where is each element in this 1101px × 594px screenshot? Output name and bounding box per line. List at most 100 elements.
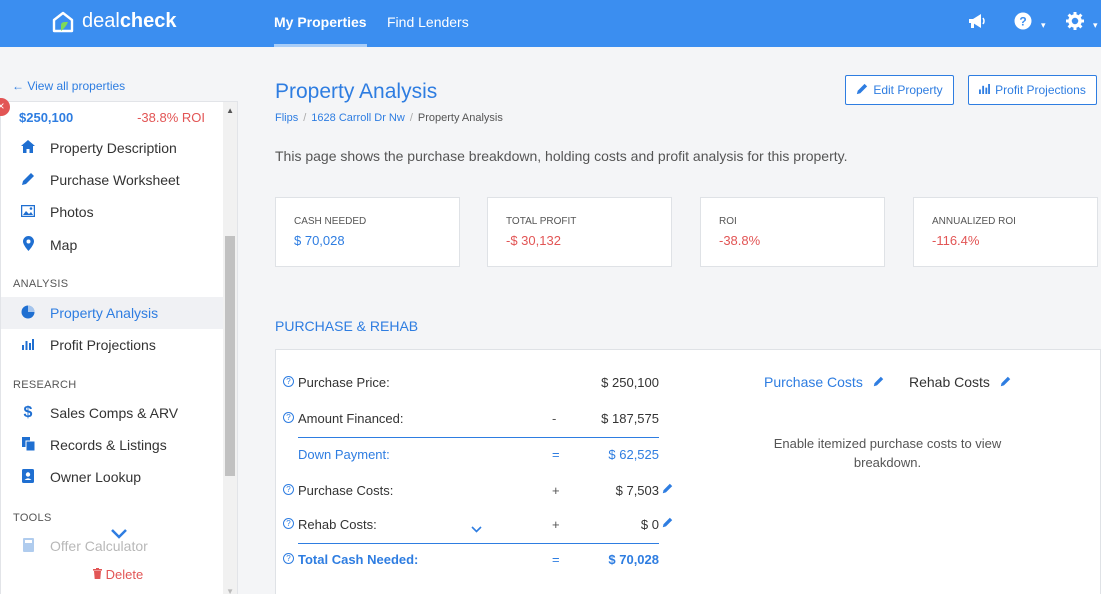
sidebar: ← View all properties × $250,100 -38.8% … [0, 47, 240, 594]
help-circle-icon[interactable]: ? [283, 553, 294, 564]
sidebar-item-property-analysis[interactable]: Property Analysis [1, 297, 223, 329]
row-label: Down Payment: [298, 447, 390, 462]
section-tools: TOOLS [13, 512, 52, 524]
rehab-costs-link[interactable]: Rehab Costs [909, 374, 1011, 390]
metric-label: CASH NEEDED [294, 216, 367, 227]
scrollbar-thumb[interactable] [225, 236, 235, 476]
breadcrumb-current: Property Analysis [417, 112, 503, 124]
bar-chart-icon [19, 337, 37, 353]
metric-card-cash-needed: CASH NEEDED $ 70,028 [275, 197, 460, 267]
property-summary: $250,100 -38.8% ROI [19, 110, 205, 125]
edit-property-label: Edit Property [873, 83, 943, 97]
tab-find-lenders[interactable]: Find Lenders [387, 0, 469, 47]
sidebar-item-records-listings[interactable]: Records & Listings [1, 429, 223, 461]
row-operator: = [552, 447, 560, 462]
row-amount: $ 250,100 [601, 375, 659, 390]
row-label: Rehab Costs: [298, 517, 377, 532]
sidebar-item-label: Map [50, 237, 78, 253]
svg-text:?: ? [1019, 15, 1026, 29]
sidebar-item-label: Purchase Worksheet [50, 172, 180, 188]
sidebar-item-label: Photos [50, 204, 94, 220]
scroll-down-chevron-icon[interactable] [111, 526, 127, 544]
row-rehab-costs: ? Rehab Costs: + $ 0 [283, 517, 678, 537]
sidebar-item-sales-comps[interactable]: $ Sales Comps & ARV [1, 397, 223, 429]
row-operator: + [552, 517, 560, 532]
sidebar-item-label: Property Analysis [50, 305, 159, 321]
help-circle-icon[interactable]: ? [283, 376, 294, 387]
dealcheck-logo[interactable]: deal check [52, 10, 177, 33]
sidebar-panel: $250,100 -38.8% ROI Property Description… [0, 101, 238, 594]
help-circle-icon[interactable]: ? [283, 412, 294, 423]
pencil-icon [873, 376, 884, 390]
breadcrumb-separator: / [409, 112, 413, 124]
tab-my-properties[interactable]: My Properties [274, 0, 367, 47]
sidebar-item-profit-projections[interactable]: Profit Projections [1, 329, 223, 361]
row-label: Total Cash Needed: [298, 552, 419, 567]
sidebar-item-label: Sales Comps & ARV [50, 405, 179, 421]
purchase-costs-label: Purchase Costs [764, 374, 863, 390]
row-operator: = [552, 552, 560, 567]
megaphone-icon[interactable] [967, 13, 986, 35]
row-label: Purchase Price: [298, 375, 390, 390]
metric-label: TOTAL PROFIT [506, 216, 577, 227]
section-analysis: ANALYSIS [13, 278, 69, 290]
metric-value: $ 70,028 [294, 233, 345, 248]
breadcrumb-property[interactable]: 1628 Carroll Dr Nw [311, 112, 405, 124]
metric-value: -38.8% [719, 233, 761, 248]
purchase-costs-link[interactable]: Purchase Costs [764, 374, 884, 390]
edit-rehab-costs-pencil-icon[interactable] [662, 517, 673, 531]
profit-projections-label: Profit Projections [995, 83, 1086, 97]
help-icon[interactable]: ? ▾ [1014, 12, 1046, 35]
sidebar-item-property-description[interactable]: Property Description [1, 132, 223, 164]
expand-chevron-icon[interactable] [471, 524, 482, 536]
bar-chart-icon [979, 83, 991, 97]
metric-label: ANNUALIZED ROI [932, 216, 1016, 227]
sidebar-item-label: Property Description [50, 140, 177, 156]
settings-caret-icon: ▾ [1093, 19, 1098, 30]
section-research: RESEARCH [13, 379, 77, 391]
sidebar-item-label: Records & Listings [50, 437, 167, 453]
logo-house-icon [52, 11, 74, 32]
view-all-properties-link[interactable]: ← View all properties [12, 79, 125, 93]
edit-purchase-costs-pencil-icon[interactable] [662, 483, 673, 497]
dollar-icon: $ [23, 404, 33, 421]
trash-icon [93, 567, 106, 582]
image-icon [19, 204, 37, 220]
row-amount-financed: ? Amount Financed: - $ 187,575 [283, 411, 678, 431]
metric-card-annualized-roi: ANNUALIZED ROI -116.4% [913, 197, 1098, 267]
edit-property-button[interactable]: Edit Property [845, 75, 954, 105]
sidebar-item-owner-lookup[interactable]: Owner Lookup [1, 461, 223, 493]
calculator-icon [19, 537, 37, 555]
pie-chart-icon [19, 305, 37, 322]
page-description: This page shows the purchase breakdown, … [275, 148, 848, 164]
row-amount: $ 70,028 [608, 552, 659, 567]
delete-label: Delete [105, 567, 144, 582]
breadcrumb: Flips / 1628 Carroll Dr Nw / Property Analys… [275, 112, 503, 124]
logo-text-light: deal [82, 10, 120, 32]
delete-property-button[interactable]: Delete [93, 567, 143, 582]
metric-value: -116.4% [932, 233, 980, 248]
breadcrumb-separator: / [303, 112, 307, 124]
row-operator: - [552, 411, 557, 426]
row-amount: $ 7,503 [615, 483, 659, 498]
sidebar-item-photos[interactable]: Photos [1, 196, 223, 228]
pencil-icon [1000, 376, 1011, 390]
logo-text-bold: check [119, 10, 177, 32]
sidebar-item-purchase-worksheet[interactable]: Purchase Worksheet [1, 164, 223, 196]
row-divider [298, 543, 659, 544]
sidebar-scrollbar[interactable]: ▲ ▼ [223, 102, 237, 594]
property-price: $250,100 [19, 110, 74, 125]
row-down-payment: Down Payment: = $ 62,525 [298, 447, 678, 467]
help-circle-icon[interactable]: ? [283, 518, 294, 529]
sidebar-item-map[interactable]: Map [1, 229, 223, 261]
profit-projections-button[interactable]: Profit Projections [968, 75, 1097, 105]
scroll-up-arrow-icon[interactable]: ▲ [226, 106, 234, 115]
empty-breakdown-message: Enable itemized purchase costs to view b… [773, 436, 1002, 470]
scroll-down-arrow-icon[interactable]: ▼ [226, 587, 234, 594]
breadcrumb-flips[interactable]: Flips [275, 112, 298, 124]
documents-icon [19, 436, 37, 454]
settings-icon[interactable]: ▾ [1066, 12, 1098, 35]
row-amount: $ 0 [640, 517, 659, 532]
row-label: Purchase Costs: [298, 483, 394, 498]
help-circle-icon[interactable]: ? [283, 484, 294, 495]
